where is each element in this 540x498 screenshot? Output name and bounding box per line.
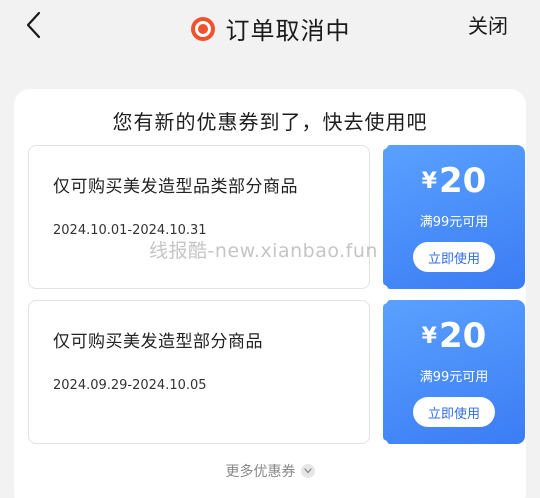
coupon-description: 仅可购买美发造型部分商品 [53,332,263,352]
use-now-button[interactable]: 立即使用 [413,242,495,272]
chevron-down-icon [300,464,315,478]
watermark-text: 线报酷-new.xianbao.fun [149,240,378,262]
amount-value: 20 [438,161,487,201]
coupon-value-panel: ¥20 满99元可用 立即使用 [383,145,525,289]
currency-symbol: ¥ [421,324,437,349]
coupon-card-heading: 您有新的优惠券到了，快去使用吧 [112,110,428,134]
cancel-status-icon [190,16,215,41]
coupon-condition: 满99元可用 [419,370,489,385]
title-group: 订单取消中 [0,11,540,46]
coupon-item: 仅可购买美发造型品类部分商品 2024.10.01-2024.10.31 ¥20… [28,140,525,294]
coupon-info: 仅可购买美发造型部分商品 2024.09.29-2024.10.05 [28,300,370,444]
coupon-amount: ¥20 [383,161,525,201]
amount-value: 20 [438,316,487,356]
order-cancel-page: 订单取消中 关闭 您有新的优惠券到了，快去使用吧 仅可购买美发造型品类部分商品 … [0,0,540,498]
coupon-card: 您有新的优惠券到了，快去使用吧 仅可购买美发造型品类部分商品 2024.10.0… [14,89,526,498]
currency-symbol: ¥ [421,169,437,194]
page-title: 订单取消中 [225,17,351,45]
coupon-condition: 满99元可用 [419,215,489,230]
more-coupons-label: 更多优惠券 [225,464,296,480]
coupon-notch [374,295,388,305]
coupon-notch [374,439,388,449]
coupon-date-range: 2024.09.29-2024.10.05 [53,378,207,393]
header: 订单取消中 关闭 [0,0,540,58]
coupon-value-panel: ¥20 满99元可用 立即使用 [383,300,525,444]
coupon-description: 仅可购买美发造型品类部分商品 [53,177,298,197]
use-now-button[interactable]: 立即使用 [413,397,495,427]
coupon-info: 仅可购买美发造型品类部分商品 2024.10.01-2024.10.31 [28,145,370,289]
coupon-item: 仅可购买美发造型部分商品 2024.09.29-2024.10.05 ¥20 满… [28,295,525,449]
close-button[interactable]: 关闭 [468,10,508,39]
coupon-notch [374,284,388,294]
coupon-notch [374,140,388,150]
more-coupons-link[interactable]: 更多优惠券 [0,461,540,481]
coupon-amount: ¥20 [383,316,525,356]
